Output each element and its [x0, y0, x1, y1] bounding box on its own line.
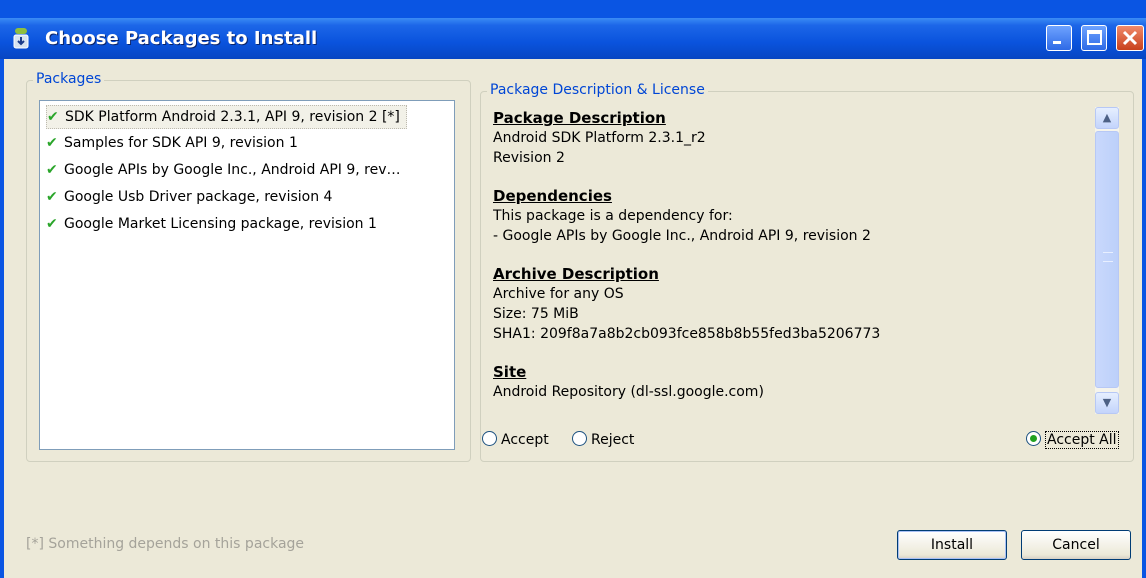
- checkmark-icon: ✔: [47, 109, 59, 125]
- install-button[interactable]: Install: [897, 530, 1007, 560]
- accept-all-radio-indicator[interactable]: [1026, 431, 1041, 446]
- package-item-label: Google Market Licensing package, revisio…: [64, 216, 377, 232]
- description-line: Archive for any OS: [493, 286, 624, 302]
- description-line: SHA1: 209f8a7a8b2cb093fce858b8b55fed3ba5…: [493, 326, 881, 342]
- package-item[interactable]: ✔ Google Market Licensing package, revisi…: [46, 213, 383, 235]
- android-download-icon: [13, 28, 29, 49]
- maximize-icon: [1087, 30, 1102, 45]
- package-item[interactable]: ✔ Google Usb Driver package, revision 4: [46, 186, 338, 208]
- package-item-label: SDK Platform Android 2.3.1, API 9, revis…: [65, 109, 400, 125]
- description-line: Size: 75 MiB: [493, 306, 579, 322]
- checkmark-icon: ✔: [46, 135, 58, 151]
- description-line: This package is a dependency for:: [493, 208, 733, 224]
- packages-list[interactable]: ✔ SDK Platform Android 2.3.1, API 9, revi…: [39, 100, 455, 450]
- close-icon: [1122, 30, 1138, 46]
- package-item[interactable]: ✔ Samples for SDK API 9, revision 1: [46, 132, 304, 154]
- description-scrollbar[interactable]: ▲ ▼: [1095, 107, 1119, 414]
- scrollbar-thumb[interactable]: [1095, 131, 1119, 388]
- chevron-down-icon: ▼: [1102, 396, 1112, 409]
- description-group-label: Package Description & License: [487, 82, 708, 98]
- dialog-client: Packages ✔ SDK Platform Android 2.3.1, AP…: [4, 59, 1142, 578]
- description-heading: Archive Description: [493, 265, 659, 283]
- checkmark-icon: ✔: [46, 189, 58, 205]
- dialog-window: Choose Packages to Install Packages ✔ SDK…: [0, 0, 1146, 578]
- checkmark-icon: ✔: [46, 162, 58, 178]
- package-item-label: Google Usb Driver package, revision 4: [64, 189, 333, 205]
- description-text: Package Description Android SDK Platform …: [493, 108, 1093, 422]
- description-heading: Package Description: [493, 109, 666, 127]
- scroll-up-button[interactable]: ▲: [1095, 107, 1119, 129]
- package-item-label: Samples for SDK API 9, revision 1: [64, 135, 298, 151]
- description-line: - Google APIs by Google Inc., Android AP…: [493, 228, 871, 244]
- scroll-down-button[interactable]: ▼: [1095, 392, 1119, 414]
- description-line: Android SDK Platform 2.3.1_r2: [493, 130, 706, 146]
- reject-radio[interactable]: Reject: [572, 430, 634, 450]
- description-line: Android Repository (dl-ssl.google.com): [493, 384, 764, 400]
- description-heading: Site: [493, 363, 527, 381]
- title-bar[interactable]: Choose Packages to Install: [0, 18, 1146, 59]
- packages-group-label: Packages: [33, 71, 105, 87]
- packages-group: Packages ✔ SDK Platform Android 2.3.1, AP…: [26, 71, 471, 462]
- accept-all-radio[interactable]: Accept All: [1026, 430, 1119, 450]
- description-heading: Dependencies: [493, 187, 612, 205]
- minimize-icon: [1053, 41, 1061, 44]
- minimize-button[interactable]: [1046, 25, 1072, 51]
- reject-radio-label: Reject: [591, 432, 635, 448]
- checkmark-icon: ✔: [46, 216, 58, 232]
- accept-radio-label: Accept: [501, 432, 549, 448]
- close-button[interactable]: [1116, 25, 1144, 51]
- package-item[interactable]: ✔ SDK Platform Android 2.3.1, API 9, revi…: [46, 105, 407, 129]
- window-title: Choose Packages to Install: [45, 28, 318, 49]
- package-item[interactable]: ✔ Google APIs by Google Inc., Android API…: [46, 159, 407, 181]
- reject-radio-indicator[interactable]: [572, 431, 587, 446]
- description-group: Package Description & License Package De…: [480, 82, 1134, 462]
- package-item-label: Google APIs by Google Inc., Android API …: [64, 162, 401, 178]
- description-line: Revision 2: [493, 150, 565, 166]
- accept-radio-indicator[interactable]: [482, 431, 497, 446]
- maximize-button[interactable]: [1081, 25, 1107, 51]
- accept-all-radio-label: Accept All: [1045, 431, 1119, 449]
- chevron-up-icon: ▲: [1102, 111, 1112, 124]
- scrollbar-grip: [1103, 252, 1113, 262]
- dependency-footnote: [*] Something depends on this package: [26, 536, 305, 552]
- accept-radio[interactable]: Accept: [482, 430, 549, 450]
- cancel-button[interactable]: Cancel: [1021, 530, 1131, 560]
